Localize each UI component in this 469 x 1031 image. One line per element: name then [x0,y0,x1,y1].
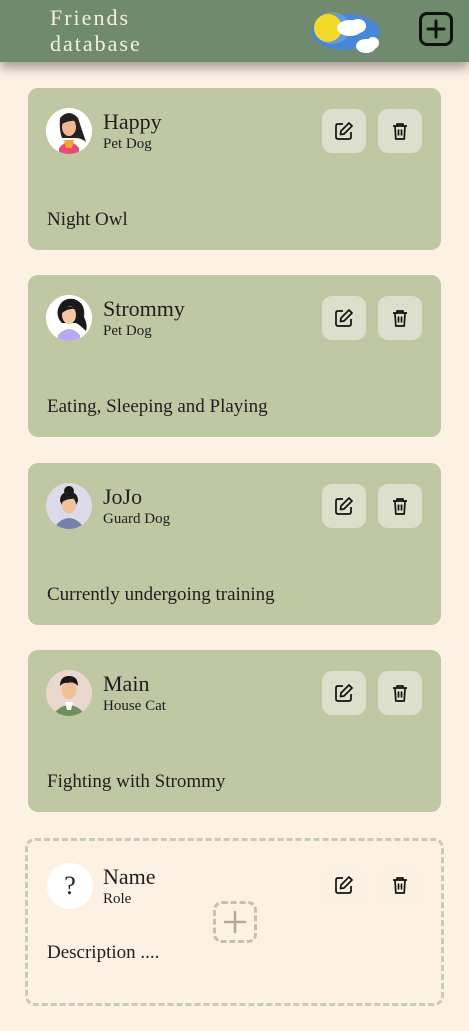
friend-card: Strommy Pet Dog Eating, Sleeping and Pla… [28,275,441,437]
trash-icon [393,123,407,140]
friend-name: Strommy [103,296,185,321]
friend-card: JoJo Guard Dog Currently undergoing trai… [28,463,441,625]
trash-icon [393,310,407,327]
friend-role: Pet Dog [103,323,152,339]
friend-name: Main [103,671,150,696]
new-friend-name: Name [103,864,156,889]
friend-role: Guard Dog [103,511,171,527]
edit-icon [335,876,353,894]
friend-name: JoJo [103,484,143,509]
trash-icon [393,498,407,515]
question-mark: ? [64,871,76,900]
friend-name: Happy [103,109,162,134]
edit-button[interactable] [322,863,366,907]
friend-description: Currently undergoing training [47,584,275,605]
friend-role: House Cat [103,698,166,714]
friend-card: Main House Cat Fighting with Strommy [28,650,441,812]
delete-button[interactable] [378,863,422,907]
woman-avatar-icon [46,295,92,341]
edit-button[interactable] [322,484,366,528]
plus-icon [426,19,446,39]
friend-description: Fighting with Strommy [47,771,226,792]
friend-role: Pet Dog [103,136,152,152]
edit-button[interactable] [322,671,366,715]
edit-icon [335,497,353,515]
trash-icon [393,877,407,894]
edit-icon [335,122,353,140]
sun-cloud-icon [304,10,384,56]
app-title: Friends database [50,5,142,56]
woman-avatar-icon [46,483,92,529]
delete-button[interactable] [378,671,422,715]
man-avatar-icon [46,670,92,716]
trash-icon [393,685,407,702]
delete-button[interactable] [378,109,422,153]
edit-icon [335,684,353,702]
friend-card: Happy Pet Dog Night Owl [28,88,441,250]
friend-description: Night Owl [47,209,128,230]
delete-button[interactable] [378,296,422,340]
edit-icon [335,309,353,327]
friend-description: Eating, Sleeping and Playing [47,396,268,417]
add-friend-button[interactable] [419,12,453,46]
add-new-friend-button[interactable] [213,901,257,943]
unknown-avatar: ? [47,863,93,909]
edit-button[interactable] [322,296,366,340]
delete-button[interactable] [378,484,422,528]
new-friend-card: ? Name Role Description .... [25,838,444,1006]
plus-icon [223,910,247,934]
new-friend-role: Role [103,891,132,907]
woman-avatar-icon [46,108,92,154]
edit-button[interactable] [322,109,366,153]
app-header: Friends database [0,0,469,62]
new-friend-description: Description .... [47,942,160,963]
